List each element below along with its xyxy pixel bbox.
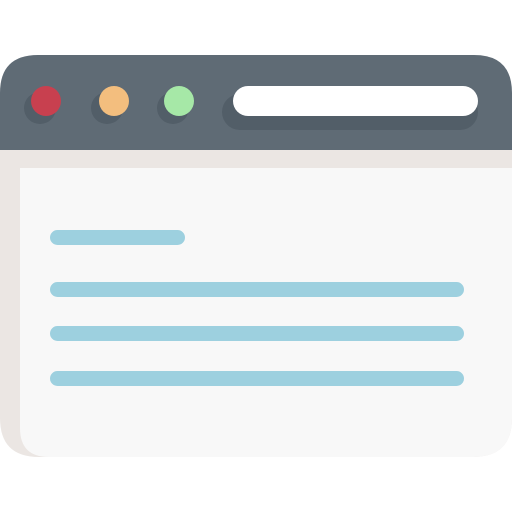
heading-placeholder xyxy=(50,230,185,245)
content-area xyxy=(20,168,512,457)
minimize-button[interactable] xyxy=(99,86,129,116)
browser-window-illustration xyxy=(0,55,512,457)
browser-window xyxy=(0,55,512,458)
paragraph-line-placeholder xyxy=(50,326,464,341)
address-bar[interactable] xyxy=(233,86,478,116)
maximize-button[interactable] xyxy=(164,86,194,116)
paragraph-line-placeholder xyxy=(50,371,464,386)
paragraph-line-placeholder xyxy=(50,282,464,297)
close-button[interactable] xyxy=(31,86,61,116)
